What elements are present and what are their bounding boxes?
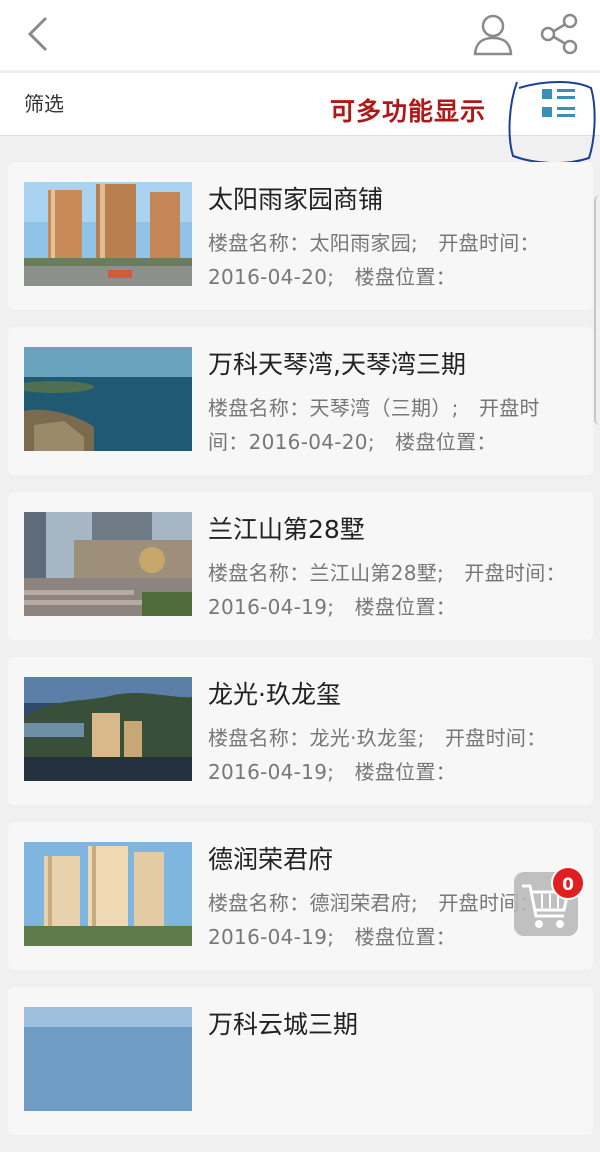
listing-card[interactable]: 兰江山第28墅 楼盘名称：兰江山第28墅; 开盘时间：2016-04-19; 楼… [8, 492, 593, 640]
residential-towers-photo [24, 842, 192, 946]
scroll-indicator [594, 195, 600, 425]
seaside-bay-photo [24, 347, 192, 451]
listing-title: 太阳雨家园商铺 [208, 185, 384, 214]
city-photo [24, 1007, 192, 1111]
listing-card[interactable]: 万科云城三期 [8, 987, 593, 1135]
handwritten-circle-annotation [505, 78, 597, 166]
top-bar [0, 0, 600, 70]
listing-description: 楼盘名称：天琴湾（三期）; 开盘时间：2016-04-20; 楼盘位置： [208, 396, 540, 454]
share-icon[interactable] [536, 12, 582, 56]
listing-list: 太阳雨家园商铺 楼盘名称：太阳雨家园; 开盘时间：2016-04-20; 楼盘位… [8, 162, 593, 1152]
cart-count-badge: 0 [551, 866, 585, 900]
listing-title: 德润荣君府 [208, 845, 334, 874]
listing-description: 楼盘名称：太阳雨家园; 开盘时间：2016-04-20; 楼盘位置： [208, 231, 540, 289]
listing-title: 龙光·玖龙玺 [208, 680, 341, 709]
listing-card[interactable]: 德润荣君府 楼盘名称：德润荣君府; 开盘时间：2016-04-19; 楼盘位置： [8, 822, 593, 970]
filter-button[interactable]: 筛选 [24, 88, 64, 117]
listing-description: 楼盘名称：兰江山第28墅; 开盘时间：2016-04-19; 楼盘位置： [208, 561, 566, 619]
annotation-text: 可多功能显示 [330, 97, 487, 126]
listing-card[interactable]: 龙光·玖龙玺 楼盘名称：龙光·玖龙玺; 开盘时间：2016-04-19; 楼盘位… [8, 657, 593, 805]
listing-title: 万科云城三期 [208, 1010, 359, 1039]
listing-card[interactable]: 太阳雨家园商铺 楼盘名称：太阳雨家园; 开盘时间：2016-04-20; 楼盘位… [8, 162, 593, 310]
listing-description: 楼盘名称：龙光·玖龙玺; 开盘时间：2016-04-19; 楼盘位置： [208, 726, 547, 784]
listing-title: 万科天琴湾,天琴湾三期 [208, 350, 466, 379]
chevron-left-icon[interactable] [22, 14, 56, 54]
estate-entrance-photo [24, 512, 192, 616]
mountain-night-photo [24, 677, 192, 781]
listing-card[interactable]: 万科天琴湾,天琴湾三期 楼盘名称：天琴湾（三期）; 开盘时间：2016-04-2… [8, 327, 593, 475]
user-icon[interactable] [470, 12, 516, 56]
listing-title: 兰江山第28墅 [208, 515, 365, 544]
city-towers-photo [24, 182, 192, 286]
